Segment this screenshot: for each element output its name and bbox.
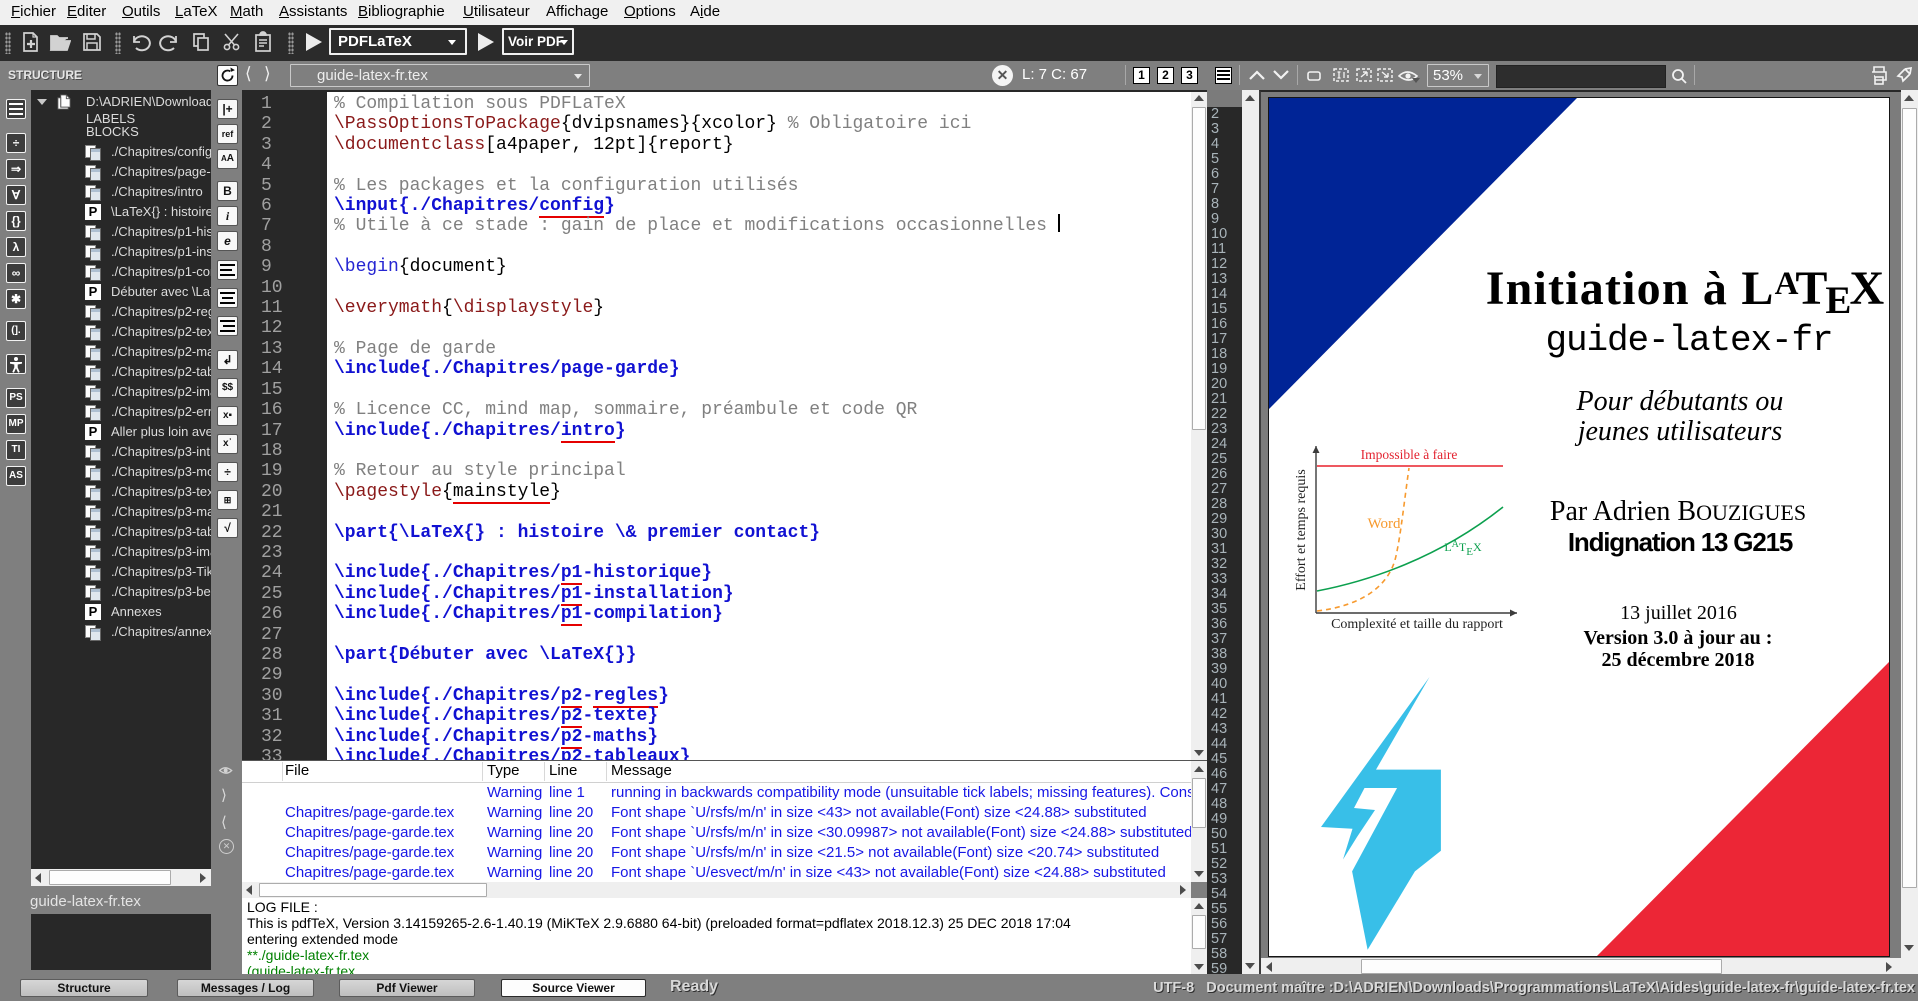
svg-text:Impossible à faire: Impossible à faire <box>1361 447 1458 462</box>
